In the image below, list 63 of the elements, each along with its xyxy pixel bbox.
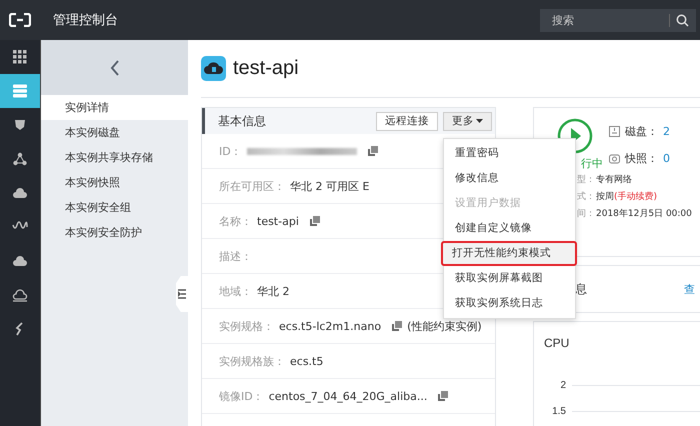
field-label: 名称： [219, 214, 252, 228]
sidebar-item[interactable]: 本实例快照 [41, 170, 188, 195]
field-label: 镜像ID： [219, 388, 264, 404]
remote-connect-button[interactable]: 远程连接 [376, 112, 438, 130]
search-icon[interactable] [676, 14, 689, 26]
status-text: 行中 [581, 156, 603, 171]
back-chevron-icon[interactable] [110, 60, 120, 76]
field-label: 地域： [219, 284, 252, 298]
field-label: 描述： [219, 248, 252, 264]
instance-name: test-api [233, 57, 299, 80]
field-label: 间： [577, 208, 595, 220]
field-note: (性能约束实例) [407, 318, 482, 334]
console-title[interactable]: 管理控制台 [53, 11, 118, 29]
field-value: centos_7_04_64_20G_aliba... [268, 390, 428, 402]
field-value: 2018年12月5日 00:00 [596, 208, 692, 220]
field-value: 专有网络 [596, 174, 632, 186]
stat-label: 快照： [625, 151, 658, 166]
chart-title: CPU [544, 336, 570, 350]
copy-icon[interactable] [392, 321, 402, 331]
more-button[interactable]: 更多 [443, 112, 492, 130]
field-label: 型： [577, 174, 595, 186]
stat-count[interactable]: 0 [663, 152, 670, 165]
stat-count[interactable]: 2 [663, 125, 670, 138]
menu-item[interactable]: 打开无性能约束模式 [441, 240, 577, 266]
copy-icon[interactable] [310, 216, 320, 226]
snapshot-icon [609, 153, 620, 164]
renewal-note: (手动续费) [614, 190, 658, 203]
copy-icon[interactable] [438, 391, 448, 401]
field-label: 所在可用区： [219, 178, 285, 194]
field-label: 实例规格族： [219, 354, 285, 368]
play-icon [557, 118, 593, 154]
sidebar-item[interactable]: 本实例安全组 [41, 195, 188, 220]
card-title: 基本信息 [218, 112, 266, 130]
menu-item[interactable]: 获取实例屏幕截图 [444, 266, 575, 290]
sidebar-item[interactable]: 本实例安全防护 [41, 220, 188, 245]
field-value: test-api [257, 214, 299, 228]
menu-item[interactable]: 创建自定义镜像 [444, 216, 575, 240]
stat-label: 磁盘： [625, 124, 658, 139]
search-field[interactable]: 搜索 [550, 12, 669, 28]
copy-icon[interactable] [368, 146, 378, 156]
field-label: 实例规格： [219, 318, 274, 334]
menu-item[interactable]: 重置密码 [444, 140, 575, 166]
field-value: 华北 2 [257, 284, 290, 298]
sidebar-item[interactable]: 本实例磁盘 [41, 120, 188, 145]
axis-tick-label: 1.5 [551, 406, 566, 416]
cloud-server-icon [201, 56, 226, 81]
field-value: ecs.t5-lc2m1.nano [279, 320, 382, 332]
field-value: ecs.t5 [290, 354, 324, 368]
field-value: 华北 2 可用区 E [290, 178, 370, 194]
card-title: 息 [575, 280, 587, 298]
caret-icon [476, 119, 483, 123]
menu-item[interactable]: 获取实例系统日志 [444, 290, 575, 316]
field-label: ID： [219, 144, 242, 158]
menu-item[interactable]: 修改信息 [444, 166, 575, 190]
field-value: 按周 [596, 190, 614, 203]
logo-icon[interactable] [9, 13, 31, 27]
collapse-handle[interactable] [176, 276, 188, 312]
search-box[interactable]: 搜索 [540, 8, 696, 32]
sidebar-item[interactable]: 本实例共享块存储 [41, 145, 188, 170]
axis-tick-label: 2 [559, 380, 566, 390]
view-link[interactable]: 查 [684, 282, 695, 296]
field-label: 式： [577, 190, 595, 203]
sidebar-item[interactable]: 实例详情 [41, 95, 188, 120]
